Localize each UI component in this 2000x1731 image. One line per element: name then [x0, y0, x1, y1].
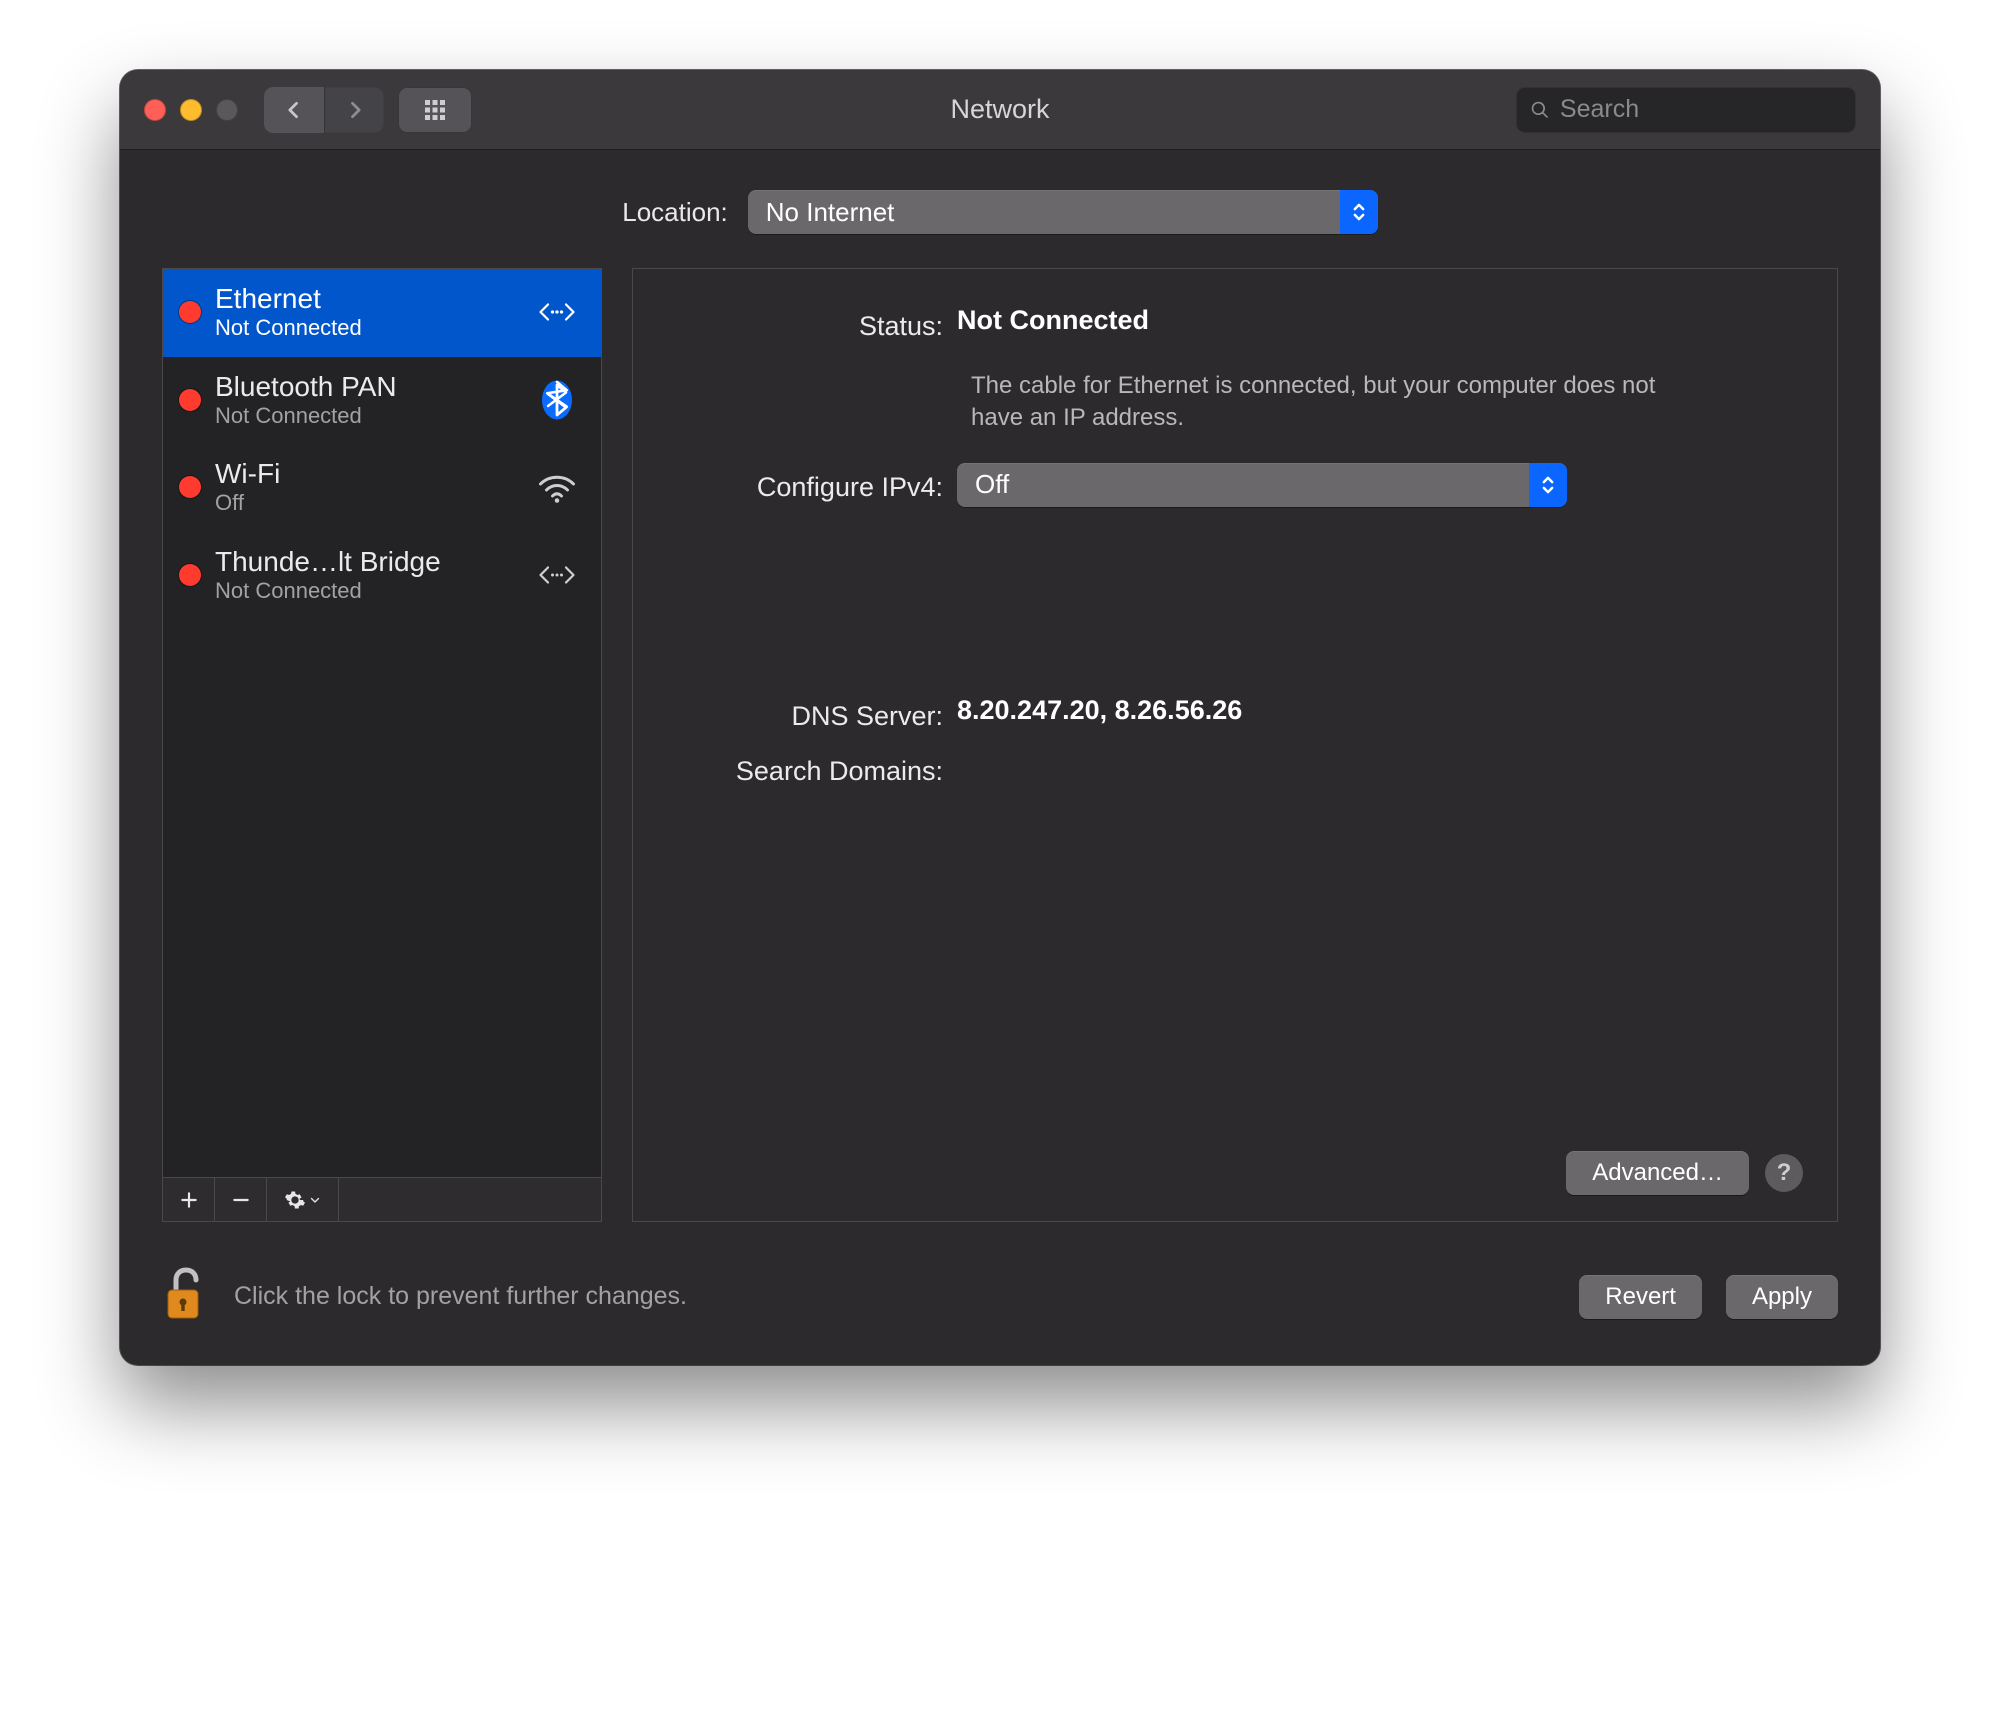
minus-icon: [231, 1190, 251, 1210]
zoom-window-button: [216, 99, 238, 121]
status-row: Status: Not Connected: [657, 305, 1803, 342]
service-sidebar: Ethernet Not Connected Bluetooth PAN: [162, 268, 602, 1222]
status-label: Status:: [657, 305, 957, 342]
chevron-right-icon: [345, 100, 365, 120]
ethernet-icon: [529, 284, 585, 340]
search-input[interactable]: [1560, 95, 1842, 124]
nav-back-forward: [264, 87, 384, 133]
chevron-left-icon: [284, 100, 304, 120]
advanced-button[interactable]: Advanced…: [1566, 1151, 1749, 1195]
unlocked-lock-icon: [162, 1264, 210, 1322]
service-name: Ethernet: [215, 283, 515, 315]
service-status: Not Connected: [215, 315, 515, 341]
search-field[interactable]: [1516, 87, 1856, 133]
dns-row: DNS Server: 8.20.247.20, 8.26.56.26: [657, 695, 1803, 732]
service-status: Off: [215, 490, 515, 516]
status-value: Not Connected: [957, 305, 1803, 336]
dns-label: DNS Server:: [657, 695, 957, 732]
detail-bottom-bar: Advanced… ?: [657, 1151, 1803, 1195]
search-domains-row: Search Domains:: [657, 750, 1803, 787]
configure-ipv4-label: Configure IPv4:: [657, 466, 957, 503]
location-value: No Internet: [748, 197, 913, 228]
search-icon: [1530, 99, 1550, 121]
status-dot-icon: [179, 389, 201, 411]
revert-button[interactable]: Revert: [1579, 1275, 1702, 1319]
body: Ethernet Not Connected Bluetooth PAN: [120, 268, 1880, 1252]
window-controls: [144, 99, 238, 121]
add-service-button[interactable]: [163, 1178, 215, 1221]
configure-ipv4-row: Configure IPv4: Off: [657, 463, 1803, 507]
service-name: Bluetooth PAN: [215, 371, 515, 403]
service-item-bluetooth-pan[interactable]: Bluetooth PAN Not Connected: [163, 357, 601, 445]
lock-button[interactable]: [162, 1264, 210, 1329]
dropdown-stepper-icon: [1529, 463, 1567, 507]
network-preferences-window: Network Location: No Internet Ethernet: [120, 70, 1880, 1365]
back-button[interactable]: [264, 87, 324, 133]
search-domains-label: Search Domains:: [657, 750, 957, 787]
service-list: Ethernet Not Connected Bluetooth PAN: [163, 269, 601, 1177]
service-status: Not Connected: [215, 578, 515, 604]
wifi-icon: [529, 459, 585, 515]
detail-panel: Status: Not Connected The cable for Ethe…: [632, 268, 1838, 1222]
minimize-window-button[interactable]: [180, 99, 202, 121]
configure-ipv4-dropdown[interactable]: Off: [957, 463, 1567, 507]
status-dot-icon: [179, 564, 201, 586]
service-item-thunderbolt-bridge[interactable]: Thunde…lt Bridge Not Connected: [163, 532, 601, 620]
location-label: Location:: [622, 197, 728, 228]
close-window-button[interactable]: [144, 99, 166, 121]
status-dot-icon: [179, 301, 201, 323]
service-action-menu[interactable]: [267, 1178, 339, 1221]
titlebar: Network: [120, 70, 1880, 150]
show-all-button[interactable]: [398, 87, 472, 133]
location-dropdown[interactable]: No Internet: [748, 190, 1378, 234]
dns-value: 8.20.247.20, 8.26.56.26: [957, 695, 1803, 726]
grid-icon: [423, 98, 447, 122]
plus-icon: [179, 1190, 199, 1210]
apply-button[interactable]: Apply: [1726, 1275, 1838, 1319]
service-name: Thunde…lt Bridge: [215, 546, 515, 578]
chevron-down-icon: [309, 1194, 321, 1206]
dropdown-stepper-icon: [1340, 190, 1378, 234]
thunderbolt-bridge-icon: [529, 547, 585, 603]
sidebar-toolbar: [163, 1177, 601, 1221]
forward-button: [324, 87, 384, 133]
service-item-wifi[interactable]: Wi-Fi Off: [163, 444, 601, 532]
remove-service-button[interactable]: [215, 1178, 267, 1221]
service-status: Not Connected: [215, 403, 515, 429]
location-row: Location: No Internet: [120, 150, 1880, 268]
configure-ipv4-value: Off: [957, 469, 1027, 500]
gear-icon: [284, 1189, 306, 1211]
footer: Click the lock to prevent further change…: [120, 1252, 1880, 1365]
help-button[interactable]: ?: [1765, 1154, 1803, 1192]
service-name: Wi-Fi: [215, 458, 515, 490]
service-item-ethernet[interactable]: Ethernet Not Connected: [163, 269, 601, 357]
status-help-text: The cable for Ethernet is connected, but…: [971, 370, 1691, 435]
status-dot-icon: [179, 476, 201, 498]
bluetooth-icon: [529, 372, 585, 428]
lock-help-text: Click the lock to prevent further change…: [234, 1282, 687, 1311]
